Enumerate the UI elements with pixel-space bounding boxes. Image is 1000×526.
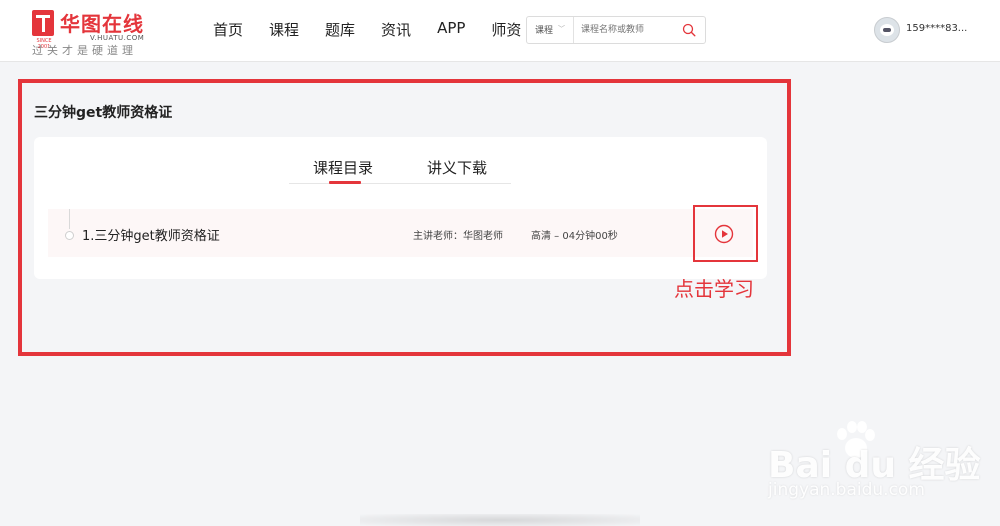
search-category-select[interactable]: 课程 (535, 23, 553, 36)
lesson-row[interactable]: 1.三分钟get教师资格证 主讲老师：华图老师 高清 – 04分钟00秒 (48, 209, 753, 257)
search-divider (573, 17, 574, 43)
nav-item-news[interactable]: 资讯 (381, 19, 411, 40)
nav-item-teachers[interactable]: 师资 (491, 19, 521, 40)
lesson-duration: 高清 – 04分钟00秒 (531, 231, 618, 242)
play-icon[interactable] (714, 224, 734, 244)
nav-item-home[interactable]: 首页 (213, 19, 243, 40)
nav-item-question-bank[interactable]: 题库 (325, 19, 355, 40)
watermark-url: jingyan.baidu.com (768, 480, 925, 500)
logo-url-text: V.HUATU.COM (90, 34, 145, 42)
nav-item-app[interactable]: APP (437, 19, 465, 40)
chevron-down-icon[interactable]: ﹀ (558, 24, 565, 34)
tab-course-catalog[interactable]: 课程目录 (313, 157, 373, 178)
search-box: 课程 ﹀ (526, 16, 706, 44)
top-header: SINCE 2001 华图在线 V.HUATU.COM 过关才是硬道理 首页 课… (0, 0, 1000, 62)
timeline-line (69, 209, 70, 229)
tab-handout-download[interactable]: 讲义下载 (427, 157, 487, 178)
active-tab-indicator (329, 181, 361, 184)
nav-item-courses[interactable]: 课程 (269, 19, 299, 40)
course-panel: 三分钟get教师资格证 课程目录 讲义下载 1.三分钟get教师资格证 主讲老师… (20, 80, 787, 350)
course-tabs: 课程目录 讲义下载 (289, 157, 511, 184)
lesson-teacher: 主讲老师：华图老师 (413, 231, 503, 242)
logo-slogan: 过关才是硬道理 (32, 44, 137, 57)
avatar[interactable] (874, 17, 900, 43)
lesson-title[interactable]: 1.三分钟get教师资格证 (82, 225, 220, 244)
course-title: 三分钟get教师资格证 (34, 105, 173, 121)
bottom-shadow (360, 514, 640, 526)
site-logo[interactable]: SINCE 2001 华图在线 V.HUATU.COM 过关才是硬道理 (30, 8, 160, 57)
huatu-logo-icon (32, 10, 54, 36)
timeline-dot-icon (65, 231, 74, 240)
annotation-label: 点击学习 (674, 277, 754, 301)
course-catalog-card: 课程目录 讲义下载 1.三分钟get教师资格证 主讲老师：华图老师 高清 – 0… (34, 137, 767, 279)
username[interactable]: 159****83... (906, 23, 967, 34)
logo-brand-name: 华图在线 (60, 12, 144, 36)
main-nav: 首页 课程 题库 资讯 APP 师资 (213, 19, 547, 40)
search-input[interactable] (579, 20, 683, 40)
search-icon[interactable] (682, 23, 696, 37)
